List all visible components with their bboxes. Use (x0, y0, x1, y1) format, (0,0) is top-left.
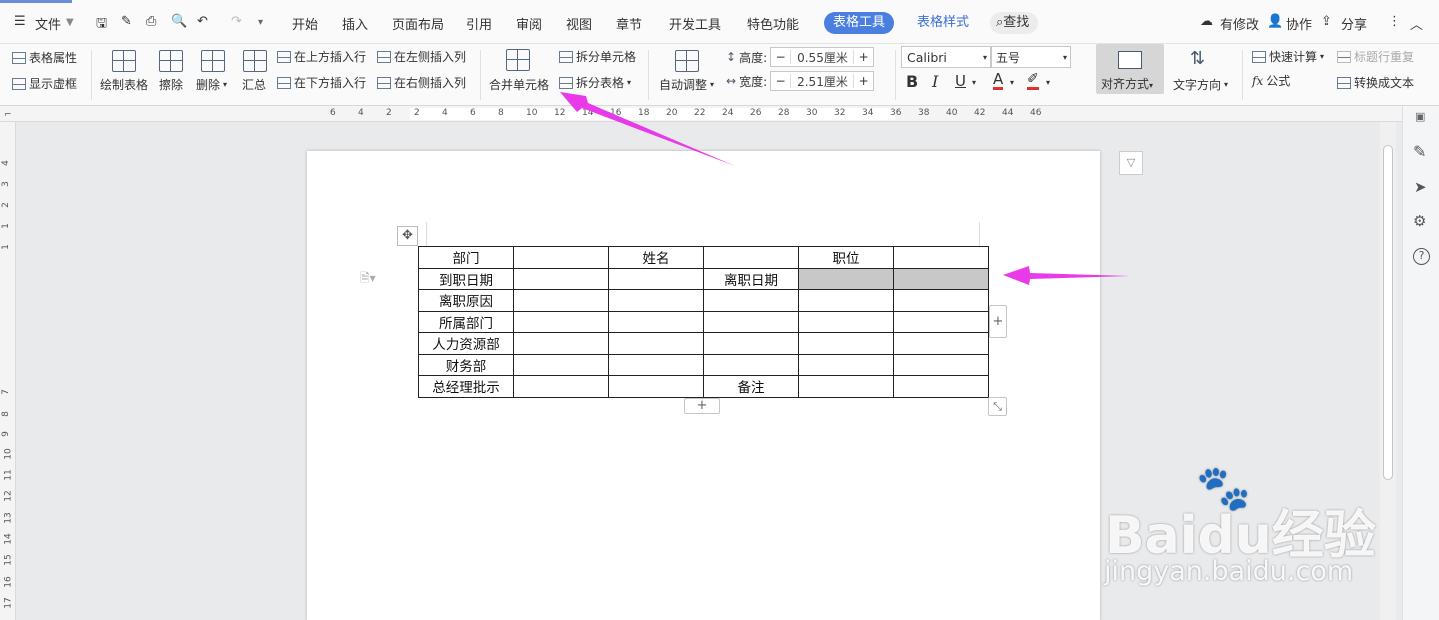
paw-logo-icon: 🐾 (1196, 463, 1251, 514)
watermark-url: jingyan.baidu.com (1104, 556, 1354, 587)
arrow-to-selected-cells (1003, 266, 1130, 285)
arrow-to-merge-cells (560, 92, 735, 166)
